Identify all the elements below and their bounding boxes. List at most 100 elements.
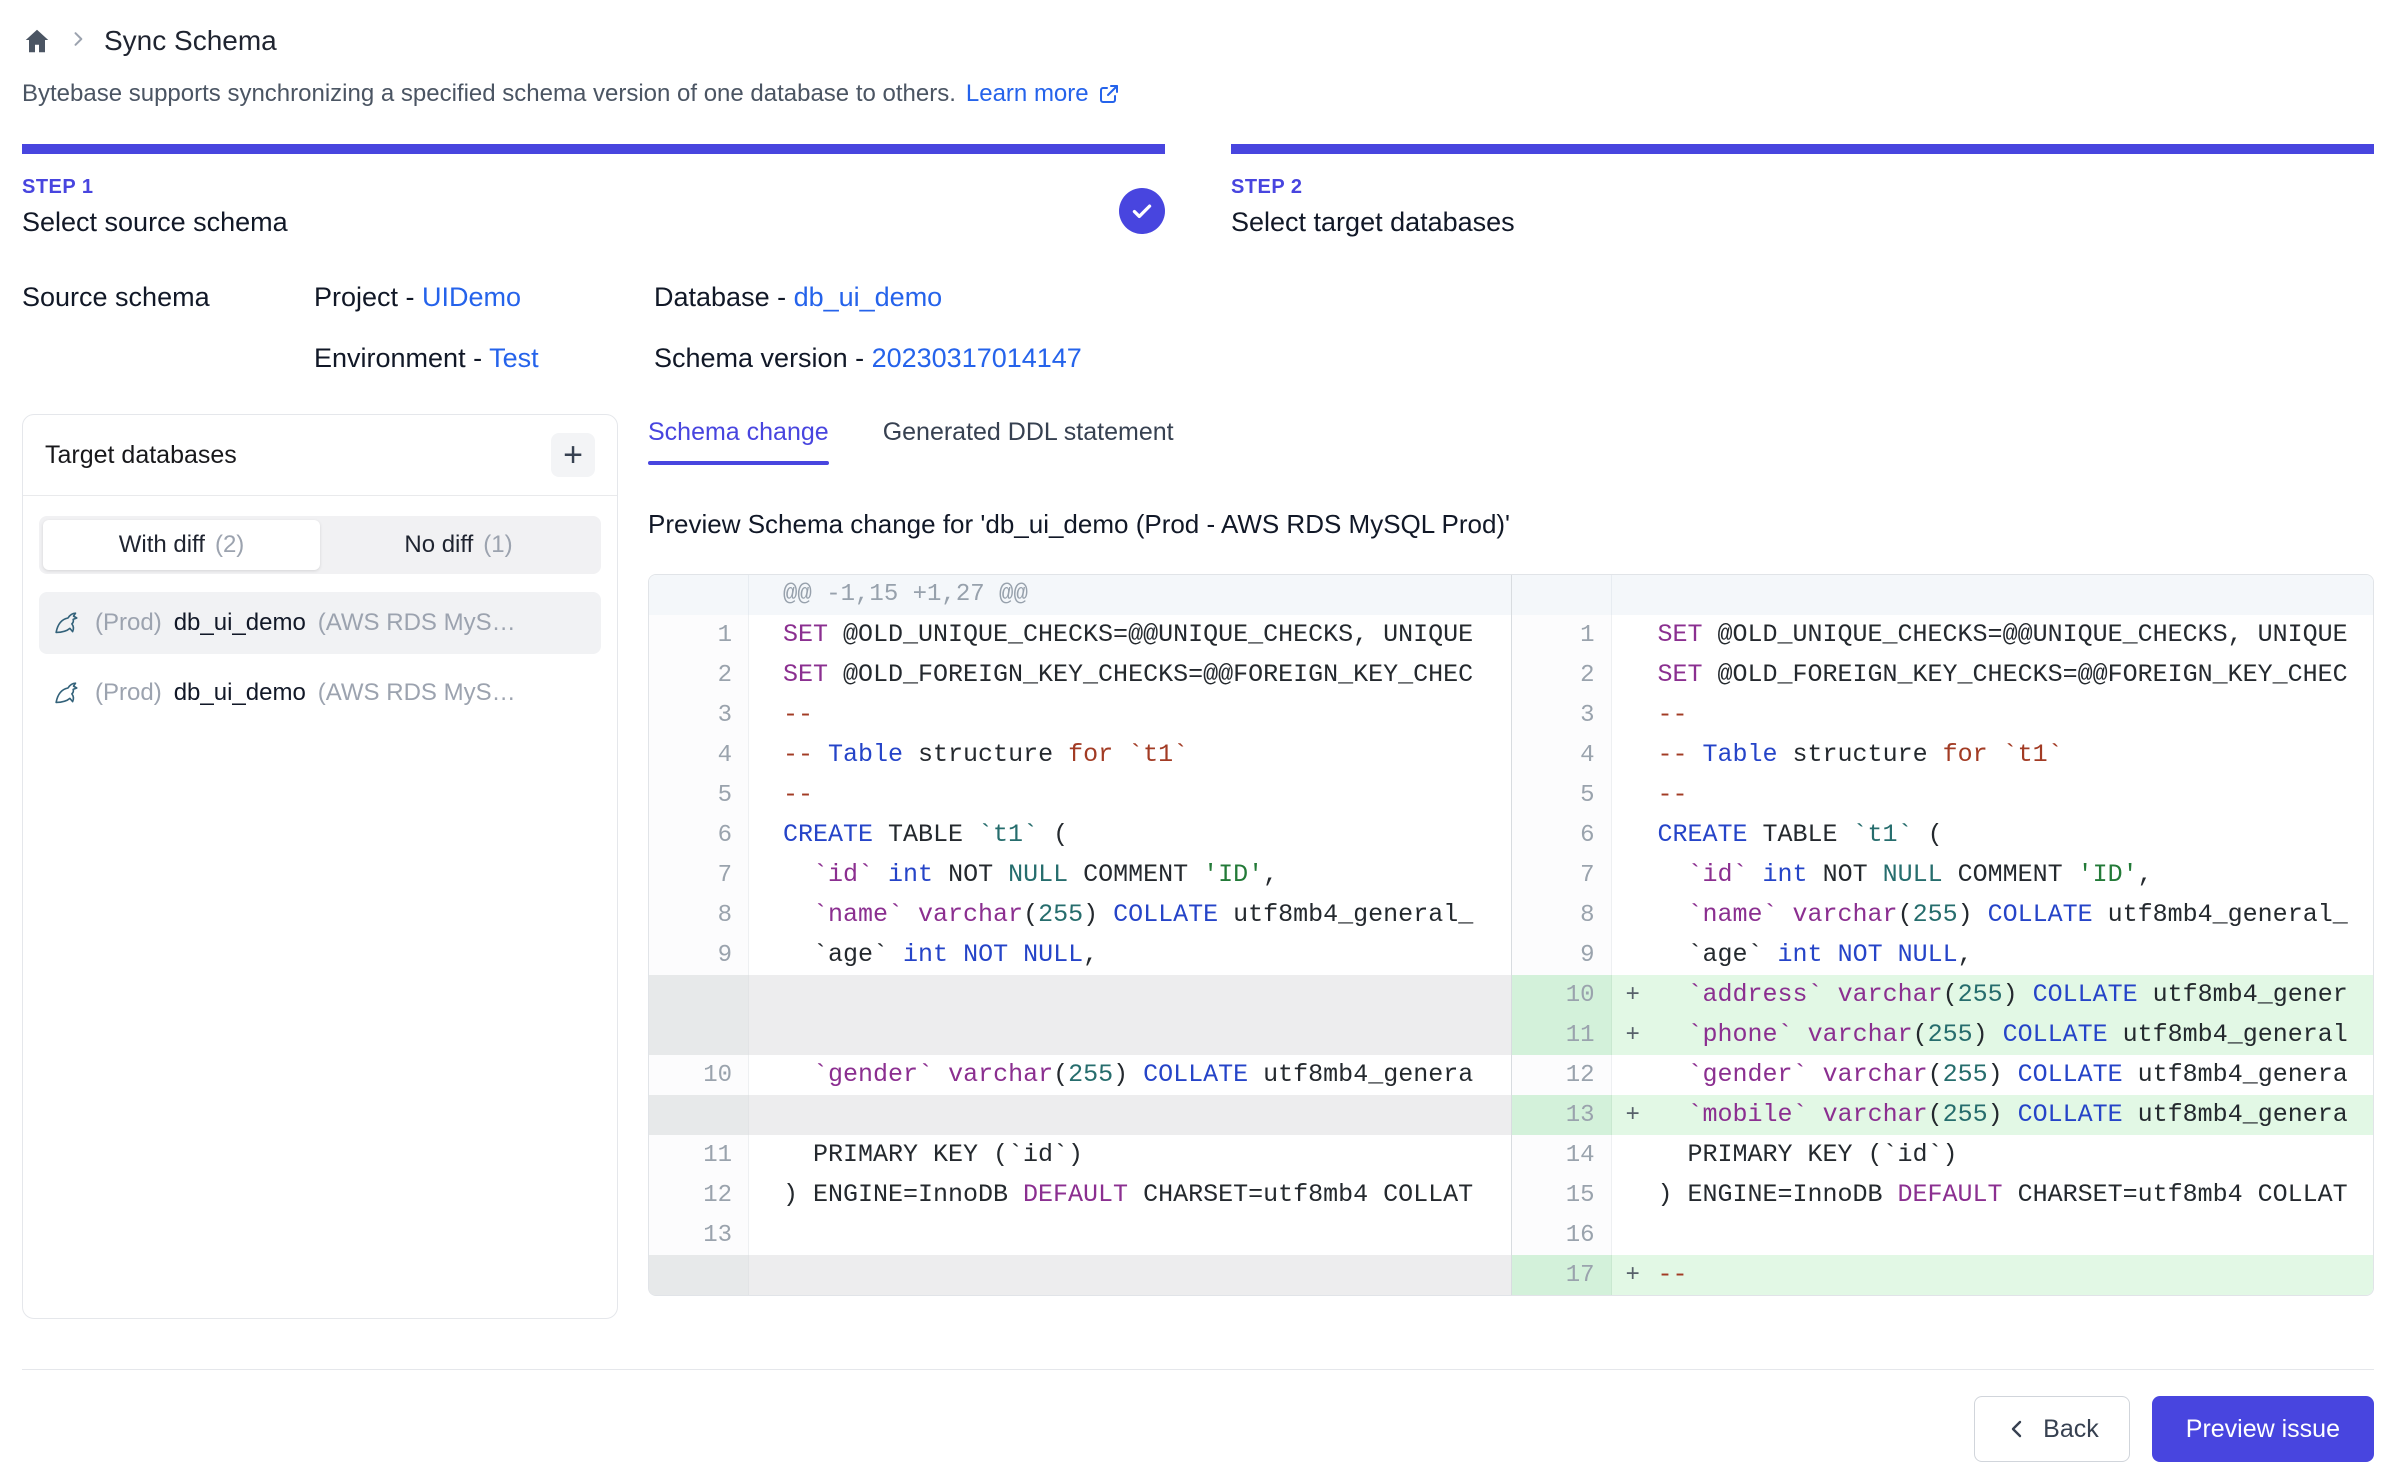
schema-version-link[interactable]: 20230317014147: [872, 343, 1082, 373]
code-line: `gender` varchar(255) COLLATE utf8mb4_ge…: [1656, 1055, 2374, 1095]
code-line: `id` int NOT NULL COMMENT 'ID',: [749, 855, 1511, 895]
stepper: STEP 1 Select source schema STEP 2 Selec…: [22, 144, 2374, 238]
database-link[interactable]: db_ui_demo: [794, 282, 943, 312]
diff-row-new-14: 14 PRIMARY KEY (`id`): [1512, 1135, 2374, 1175]
preview-tabs: Schema change Generated DDL statement: [648, 414, 2374, 465]
diff-add-marker: [1612, 735, 1656, 775]
diff-add-marker: [1612, 855, 1656, 895]
code-line: -- Table structure for `t1`: [1656, 735, 2374, 775]
diff-row-new-7: 7 `id` int NOT NULL COMMENT 'ID',: [1512, 855, 2374, 895]
line-number: 17: [1512, 1255, 1612, 1295]
code-line: SET @OLD_UNIQUE_CHECKS=@@UNIQUE_CHECKS, …: [1656, 615, 2374, 655]
code-line: SET @OLD_FOREIGN_KEY_CHECKS=@@FOREIGN_KE…: [749, 655, 1511, 695]
diff-add-marker: [1612, 895, 1656, 935]
add-target-database-button[interactable]: +: [551, 433, 595, 477]
diff-add-marker: [1612, 935, 1656, 975]
line-number: 8: [649, 895, 749, 935]
code-line: [749, 1255, 1511, 1295]
database-field-label: Database -: [654, 282, 794, 312]
diff-add-marker: [1612, 575, 1656, 615]
back-label: Back: [2043, 1415, 2099, 1444]
code-line: `name` varchar(255) COLLATE utf8mb4_gene…: [749, 895, 1511, 935]
line-number: 5: [649, 775, 749, 815]
diff-row-old-9: 9 `age` int NOT NULL,: [649, 935, 1511, 975]
tab-schema-change[interactable]: Schema change: [648, 418, 829, 465]
code-line: --: [1656, 1255, 2374, 1295]
code-line: --: [749, 775, 1511, 815]
db-name: db_ui_demo: [174, 679, 306, 707]
no-diff-count: (1): [483, 531, 512, 559]
code-line: `gender` varchar(255) COLLATE utf8mb4_ge…: [749, 1055, 1511, 1095]
code-line: --: [1656, 775, 2374, 815]
line-number: 14: [1512, 1135, 1612, 1175]
diff-add-marker: [1612, 655, 1656, 695]
line-number: 13: [649, 1215, 749, 1255]
line-number: 13: [1512, 1095, 1612, 1135]
plus-icon: +: [563, 438, 583, 472]
back-button[interactable]: Back: [1974, 1396, 2130, 1462]
line-number: 12: [1512, 1055, 1612, 1095]
code-line: `phone` varchar(255) COLLATE utf8mb4_gen…: [1656, 1015, 2374, 1055]
diff-row-old-3: 3--: [649, 695, 1511, 735]
no-diff-label: No diff: [404, 531, 473, 559]
page-title: Sync Schema: [104, 25, 277, 57]
db-environment: (Prod): [95, 679, 162, 707]
schema-preview-section: Schema change Generated DDL statement Pr…: [648, 414, 2374, 1296]
diff-row-old-11: 11 PRIMARY KEY (`id`): [649, 1135, 1511, 1175]
source-schema-database: Database - db_ui_demo: [654, 282, 2374, 313]
code-line: CREATE TABLE `t1` (: [749, 815, 1511, 855]
code-line: CREATE TABLE `t1` (: [1656, 815, 2374, 855]
home-icon[interactable]: [22, 26, 52, 56]
diff-add-marker: [1612, 1175, 1656, 1215]
learn-more-link[interactable]: Learn more: [966, 80, 1121, 108]
line-number: 16: [1512, 1215, 1612, 1255]
diff-row-old-4: 4-- Table structure for `t1`: [649, 735, 1511, 775]
diff-row-old-1: 1SET @OLD_UNIQUE_CHECKS=@@UNIQUE_CHECKS,…: [649, 615, 1511, 655]
diff-row-old-2: 2SET @OLD_FOREIGN_KEY_CHECKS=@@FOREIGN_K…: [649, 655, 1511, 695]
code-line: ) ENGINE=InnoDB DEFAULT CHARSET=utf8mb4 …: [1656, 1175, 2374, 1215]
diff-add-marker: [1612, 1215, 1656, 1255]
schema-diff-view: @@ -1,15 +1,27 @@1 SET @OLD_UNIQUE_CHECKS…: [648, 574, 2374, 1296]
diff-row-new: [1512, 575, 2374, 615]
step-2-title: Select target databases: [1231, 207, 2374, 238]
with-diff-label: With diff: [119, 531, 205, 559]
environment-field-label: Environment -: [314, 343, 489, 373]
environment-link[interactable]: Test: [489, 343, 539, 373]
tab-no-diff[interactable]: No diff (1): [320, 520, 597, 570]
diff-row-old-6: 6CREATE TABLE `t1` (: [649, 815, 1511, 855]
diff-row-old: @@ -1,15 +1,27 @@: [649, 575, 1511, 615]
diff-pane-new: 1 SET @OLD_UNIQUE_CHECKS=@@UNIQUE_CHECKS,…: [1511, 575, 2374, 1295]
line-number: 12: [649, 1175, 749, 1215]
line-number: 5: [1512, 775, 1612, 815]
line-number: 3: [649, 695, 749, 735]
diff-row-old-5: 5--: [649, 775, 1511, 815]
sync-schema-page: Sync Schema Bytebase supports synchroniz…: [0, 0, 2396, 1480]
target-databases-panel: Target databases + With diff (2) No diff…: [22, 414, 618, 1319]
line-number: 10: [649, 1055, 749, 1095]
chevron-right-icon: [68, 29, 88, 54]
source-schema-environment: Environment - Test: [314, 343, 654, 374]
chevron-left-icon: [2005, 1417, 2029, 1441]
diff-row-old-7: 7 `id` int NOT NULL COMMENT 'ID',: [649, 855, 1511, 895]
code-line: -- Table structure for `t1`: [749, 735, 1511, 775]
footer-actions: Back Preview issue: [22, 1370, 2374, 1480]
db-instance: (AWS RDS MyS…: [318, 679, 516, 707]
code-line: [749, 975, 1511, 1015]
target-database-item-1[interactable]: (Prod) db_ui_demo (AWS RDS MyS…: [39, 592, 601, 654]
target-database-item-2[interactable]: (Prod) db_ui_demo (AWS RDS MyS…: [39, 662, 601, 724]
tab-with-diff[interactable]: With diff (2): [43, 520, 320, 570]
schema-version-field-label: Schema version -: [654, 343, 872, 373]
tab-generated-ddl[interactable]: Generated DDL statement: [883, 418, 1174, 465]
step-1-label: STEP 1: [22, 176, 1165, 199]
code-line: [749, 1215, 1511, 1255]
project-link[interactable]: UIDemo: [422, 282, 521, 312]
line-number: 1: [1512, 615, 1612, 655]
diff-row-new-11: 11+ `phone` varchar(255) COLLATE utf8mb4…: [1512, 1015, 2374, 1055]
diff-add-marker: [1612, 1135, 1656, 1175]
code-line: [749, 1015, 1511, 1055]
preview-issue-button[interactable]: Preview issue: [2152, 1396, 2374, 1462]
with-diff-count: (2): [215, 531, 244, 559]
line-number: 4: [649, 735, 749, 775]
code-line: --: [749, 695, 1511, 735]
line-number: 11: [1512, 1015, 1612, 1055]
